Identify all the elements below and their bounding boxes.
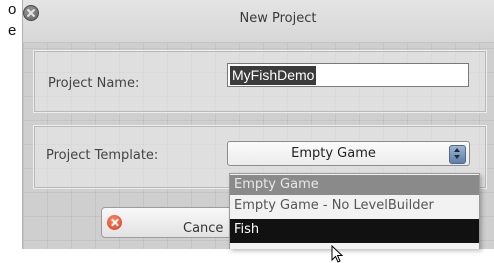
project-name-input[interactable]: MyFishDemo	[227, 63, 469, 87]
project-name-value: MyFishDemo	[230, 66, 317, 85]
dialog-title: New Project	[239, 11, 317, 26]
template-selected-value: Empty Game	[291, 146, 376, 161]
template-dropdown-list: Empty Game Empty Game - No LevelBuilder …	[229, 173, 480, 249]
template-option-fish[interactable]: Fish	[230, 219, 479, 243]
cancel-icon	[107, 215, 122, 230]
background-text: e	[8, 22, 17, 39]
mouse-pointer-icon	[331, 245, 344, 263]
project-template-select[interactable]: Empty Game	[227, 141, 470, 166]
project-template-label: Project Template:	[46, 148, 159, 163]
select-arrows-icon[interactable]	[449, 145, 466, 164]
template-option-empty-game-no-levelbuilder[interactable]: Empty Game - No LevelBuilder	[230, 196, 479, 216]
cancel-button-label: Cance	[183, 221, 224, 236]
template-option-empty-game[interactable]: Empty Game	[230, 175, 479, 195]
project-name-label: Project Name:	[48, 76, 140, 91]
background-text: o	[8, 1, 17, 18]
new-project-dialog: New Project Project Name: MyFishDemo Pro…	[22, 0, 494, 249]
title-bar: New Project	[23, 0, 494, 43]
